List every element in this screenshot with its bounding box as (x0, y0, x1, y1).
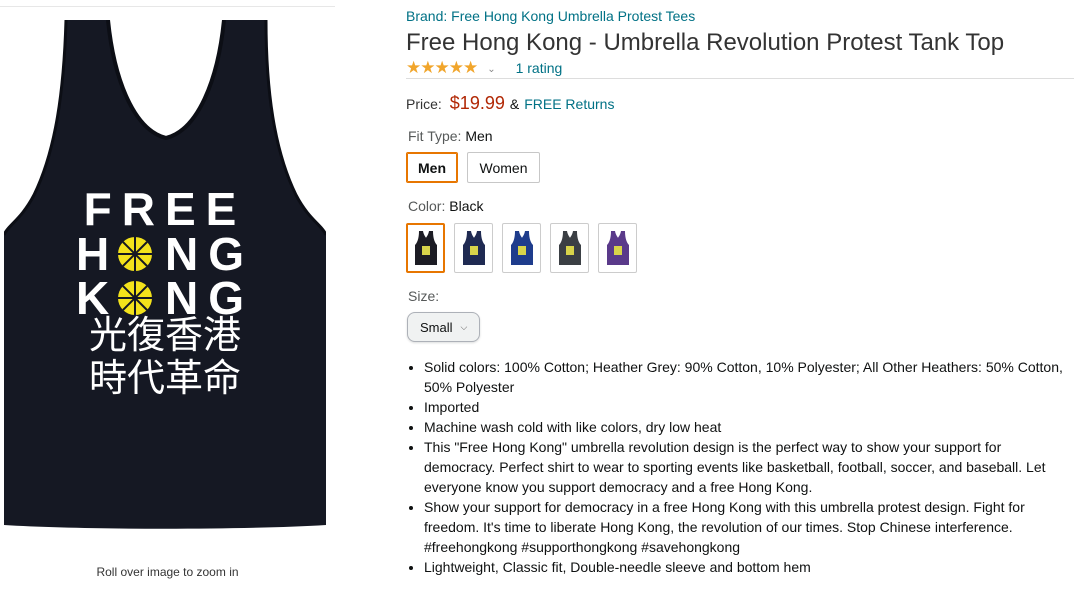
image-panel: FREE HONG KONG 光復香港 時代革命 Roll over image… (0, 0, 335, 590)
fit-option-men[interactable]: Men (406, 152, 458, 183)
rating-row: ★★★★★ ⌄ 1 rating (406, 58, 562, 78)
price-value: $19.99 (449, 93, 505, 113)
list-item: Machine wash cold with like colors, dry … (424, 417, 1074, 437)
fit-type-selected: Men (465, 128, 493, 144)
chevron-down-icon: ⌵ (460, 321, 468, 332)
chevron-down-icon[interactable]: ⌄ (487, 64, 495, 75)
swatch-tank-icon (510, 231, 533, 265)
umbrella-icon (116, 279, 154, 317)
swatch-tank-icon (462, 231, 485, 265)
color-swatch-royal[interactable] (502, 223, 541, 273)
swatch-tank-icon (414, 231, 437, 265)
zoom-caption: Roll over image to zoom in (96, 565, 239, 579)
color-selected: Black (449, 198, 484, 214)
color-swatch-charcoal[interactable] (550, 223, 589, 273)
rating-count-link[interactable]: 1 rating (516, 60, 563, 76)
feature-bullets: Solid colors: 100% Cotton; Heather Grey:… (406, 357, 1074, 577)
swatch-tank-icon (606, 231, 629, 265)
umbrella-icon (116, 235, 154, 273)
divider (406, 78, 1074, 79)
price-label: Price: (406, 96, 442, 112)
list-item: This "Free Hong Kong" umbrella revolutio… (424, 437, 1074, 497)
color-label: Color: Black (408, 198, 483, 214)
free-returns-link[interactable]: FREE Returns (524, 96, 614, 112)
star-rating-icon[interactable]: ★★★★★ (406, 58, 478, 78)
fit-type-label: Fit Type: Men (408, 128, 493, 144)
color-swatch-purple[interactable] (598, 223, 637, 273)
color-swatch-navy[interactable] (454, 223, 493, 273)
price-row: Price: $19.99 & FREE Returns (406, 93, 614, 114)
fit-type-options: Men Women (406, 152, 540, 183)
price-amp: & (509, 96, 520, 112)
list-item: Show your support for democracy in a fre… (424, 497, 1074, 557)
list-item: Solid colors: 100% Cotton; Heather Grey:… (424, 357, 1074, 397)
fit-type-label-text: Fit Type: (408, 128, 462, 144)
swatch-tank-icon (558, 231, 581, 265)
divider (0, 6, 335, 7)
list-item: Lightweight, Classic fit, Double-needle … (424, 557, 1074, 577)
size-dropdown[interactable]: Small ⌵ (407, 312, 480, 342)
list-item: Imported (424, 397, 1074, 417)
fit-option-women[interactable]: Women (467, 152, 540, 183)
print-chinese-line2: 時代革命 (89, 356, 241, 400)
size-label: Size: (408, 288, 440, 304)
color-swatch-black[interactable] (406, 223, 445, 273)
brand-link[interactable]: Brand: Free Hong Kong Umbrella Protest T… (406, 8, 695, 24)
print-chinese-line1: 光復香港 (89, 313, 241, 357)
color-label-text: Color: (408, 198, 446, 214)
product-image[interactable]: FREE HONG KONG 光復香港 時代革命 (4, 20, 326, 530)
size-selected: Small (420, 319, 453, 335)
color-swatches (406, 223, 637, 273)
product-title: Free Hong Kong - Umbrella Revolution Pro… (406, 29, 1005, 56)
